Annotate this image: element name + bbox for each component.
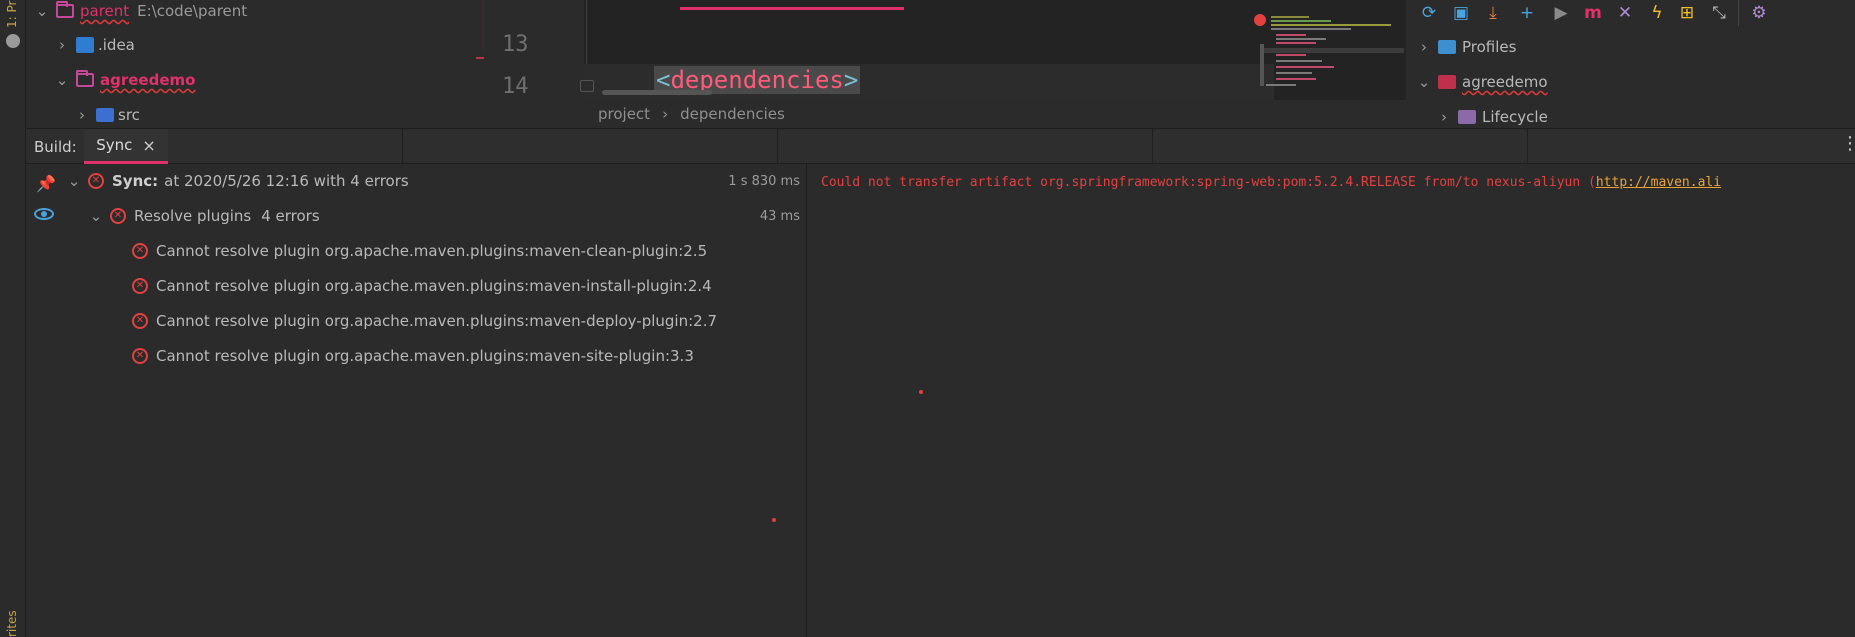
idea-folder-icon: [76, 37, 94, 53]
tree-item-label: src: [118, 106, 140, 124]
error-icon: ✕: [132, 348, 148, 364]
source-folder-icon: [96, 108, 114, 122]
chevron-down-icon[interactable]: ⌄: [88, 207, 104, 225]
line-number: 13: [502, 32, 529, 57]
console-output: Could not transfer artifact org.springfr…: [821, 175, 1722, 190]
add-icon[interactable]: +: [1516, 2, 1538, 24]
build-label: Build:: [34, 138, 77, 156]
chevron-right-icon[interactable]: ›: [54, 36, 70, 54]
lifecycle-folder-icon: [1458, 110, 1476, 124]
build-row-error[interactable]: ✕ Cannot resolve plugin org.apache.maven…: [26, 271, 806, 301]
error-message: Cannot resolve plugin org.apache.maven.p…: [156, 347, 694, 365]
red-dot: [772, 518, 776, 522]
reload-icon[interactable]: ⟳: [1418, 2, 1440, 24]
collapse-all-icon[interactable]: ⤡: [1708, 2, 1730, 24]
download-icon[interactable]: ⤓: [1482, 2, 1504, 24]
divider: [1527, 129, 1528, 164]
minimap[interactable]: [1254, 14, 1404, 89]
error-icon: ✕: [132, 243, 148, 259]
chevron-down-icon[interactable]: ⌄: [54, 71, 70, 89]
chevron-right-icon[interactable]: ›: [74, 106, 90, 124]
build-row-sync[interactable]: ⌄ ✕ Sync: at 2020/5/26 12:16 with 4 erro…: [26, 166, 806, 196]
more-options-icon[interactable]: ⋮: [1841, 135, 1855, 153]
tree-item-src[interactable]: › src: [74, 100, 140, 130]
build-row-error[interactable]: ✕ Cannot resolve plugin org.apache.maven…: [26, 306, 806, 336]
resolve-label: Resolve plugins: [134, 207, 252, 225]
error-icon: ✕: [88, 173, 104, 189]
error-icon: ✕: [132, 278, 148, 294]
chevron-down-icon[interactable]: ⌄: [34, 2, 50, 20]
sync-summary: at 2020/5/26 12:16 with 4 errors: [164, 172, 409, 190]
chevron-right-icon[interactable]: ›: [1436, 108, 1452, 126]
chevron-right-icon[interactable]: ›: [1416, 38, 1432, 56]
toggle-offline-icon[interactable]: ✕: [1614, 2, 1636, 24]
breadcrumb: project › dependencies: [484, 100, 1406, 128]
divider: [1152, 129, 1153, 164]
tree-item-label: agreedemo: [100, 71, 196, 89]
tab-sync[interactable]: Sync ×: [84, 129, 168, 164]
reimport-folder-icon[interactable]: ▣: [1450, 2, 1472, 24]
tree-item-label: parent: [80, 2, 130, 20]
tree-item-path: E:\code\parent: [137, 2, 248, 20]
divider: [402, 129, 403, 164]
project-tool-tab[interactable]: 1: Pr: [5, 1, 19, 28]
build-row-resolve-plugins[interactable]: ⌄ ✕ Resolve plugins 4 errors 43 ms: [26, 201, 806, 231]
maven-item-agreedemo[interactable]: ⌄ agreedemo: [1416, 67, 1548, 97]
build-row-error[interactable]: ✕ Cannot resolve plugin org.apache.maven…: [26, 236, 806, 266]
active-editor-tab[interactable]: [680, 0, 904, 10]
breadcrumb-item-project[interactable]: project: [598, 105, 650, 123]
breadcrumb-separator: ›: [662, 105, 669, 123]
error-message: Cannot resolve plugin org.apache.maven.p…: [156, 312, 718, 330]
red-dot: [919, 390, 923, 394]
fold-icon[interactable]: [580, 80, 594, 92]
maven-goal-icon[interactable]: m: [1582, 2, 1604, 24]
skip-tests-icon[interactable]: ϟ: [1646, 2, 1668, 24]
tab-label: Sync: [96, 136, 133, 154]
run-icon[interactable]: ▶: [1550, 2, 1572, 24]
toolbar-divider: [1738, 0, 1739, 26]
console-link[interactable]: http://maven.ali: [1596, 175, 1721, 190]
sync-prefix: Sync:: [112, 172, 159, 190]
left-tool-strip: 1: Pr rites: [0, 0, 26, 637]
horizontal-scrollbar[interactable]: [602, 90, 712, 95]
build-tool-window-header: Build: Sync × ⋮: [26, 128, 1855, 164]
error-message: Cannot resolve plugin org.apache.maven.p…: [156, 242, 708, 260]
close-icon[interactable]: ×: [142, 136, 155, 155]
code-editor[interactable]: 13 14 <dependencies> project › dependenc…: [484, 0, 1406, 128]
resolve-duration: 43 ms: [759, 208, 800, 224]
folder-icon: [56, 1, 74, 18]
error-icon: ✕: [110, 208, 126, 224]
maven-item-label: Profiles: [1462, 38, 1517, 56]
divider: [777, 129, 778, 164]
tree-item-idea[interactable]: › .idea: [54, 30, 135, 60]
resolve-error-count: 4 errors: [261, 207, 320, 225]
line-number: 14: [502, 74, 529, 99]
maven-item-label: agreedemo: [1462, 73, 1548, 91]
maven-item-profiles[interactable]: › Profiles: [1416, 32, 1516, 62]
maven-panel: ⟳ ▣ ⤓ + ▶ m ✕ ϟ ⊞ ⤡ ⚙ › Profiles ⌄ agree…: [1406, 0, 1855, 128]
structure-icon[interactable]: [6, 34, 20, 48]
build-tree: 📌 ⌄ ✕ Sync: at 2020/5/26 12:16 with 4 er…: [26, 164, 806, 637]
maven-module-icon: [1438, 75, 1456, 89]
tree-item-agreedemo[interactable]: ⌄ agreedemo: [54, 65, 195, 95]
show-dependencies-icon[interactable]: ⊞: [1676, 2, 1698, 24]
editor-gutter: 13 14: [484, 0, 584, 100]
favorites-tool-tab[interactable]: rites: [5, 610, 19, 637]
settings-gear-icon[interactable]: ⚙: [1748, 2, 1770, 24]
tree-item-parent[interactable]: ⌄ parent E:\code\parent: [34, 0, 247, 26]
profiles-folder-icon: [1438, 40, 1456, 54]
folder-icon: [76, 70, 94, 87]
build-row-error[interactable]: ✕ Cannot resolve plugin org.apache.maven…: [26, 341, 806, 371]
tree-item-label: .idea: [98, 36, 135, 54]
error-message: Cannot resolve plugin org.apache.maven.p…: [156, 277, 712, 295]
maven-item-label: Lifecycle: [1482, 108, 1548, 126]
chevron-down-icon[interactable]: ⌄: [1416, 73, 1432, 91]
chevron-down-icon[interactable]: ⌄: [66, 172, 82, 190]
breadcrumb-item-dependencies[interactable]: dependencies: [680, 105, 785, 123]
project-panel: ⌄ parent E:\code\parent › .idea ⌄ agreed…: [26, 0, 492, 130]
error-icon: ✕: [132, 313, 148, 329]
build-console[interactable]: Could not transfer artifact org.springfr…: [806, 164, 1855, 637]
sync-duration: 1 s 830 ms: [728, 173, 800, 189]
error-indicator-icon: [1254, 14, 1266, 26]
